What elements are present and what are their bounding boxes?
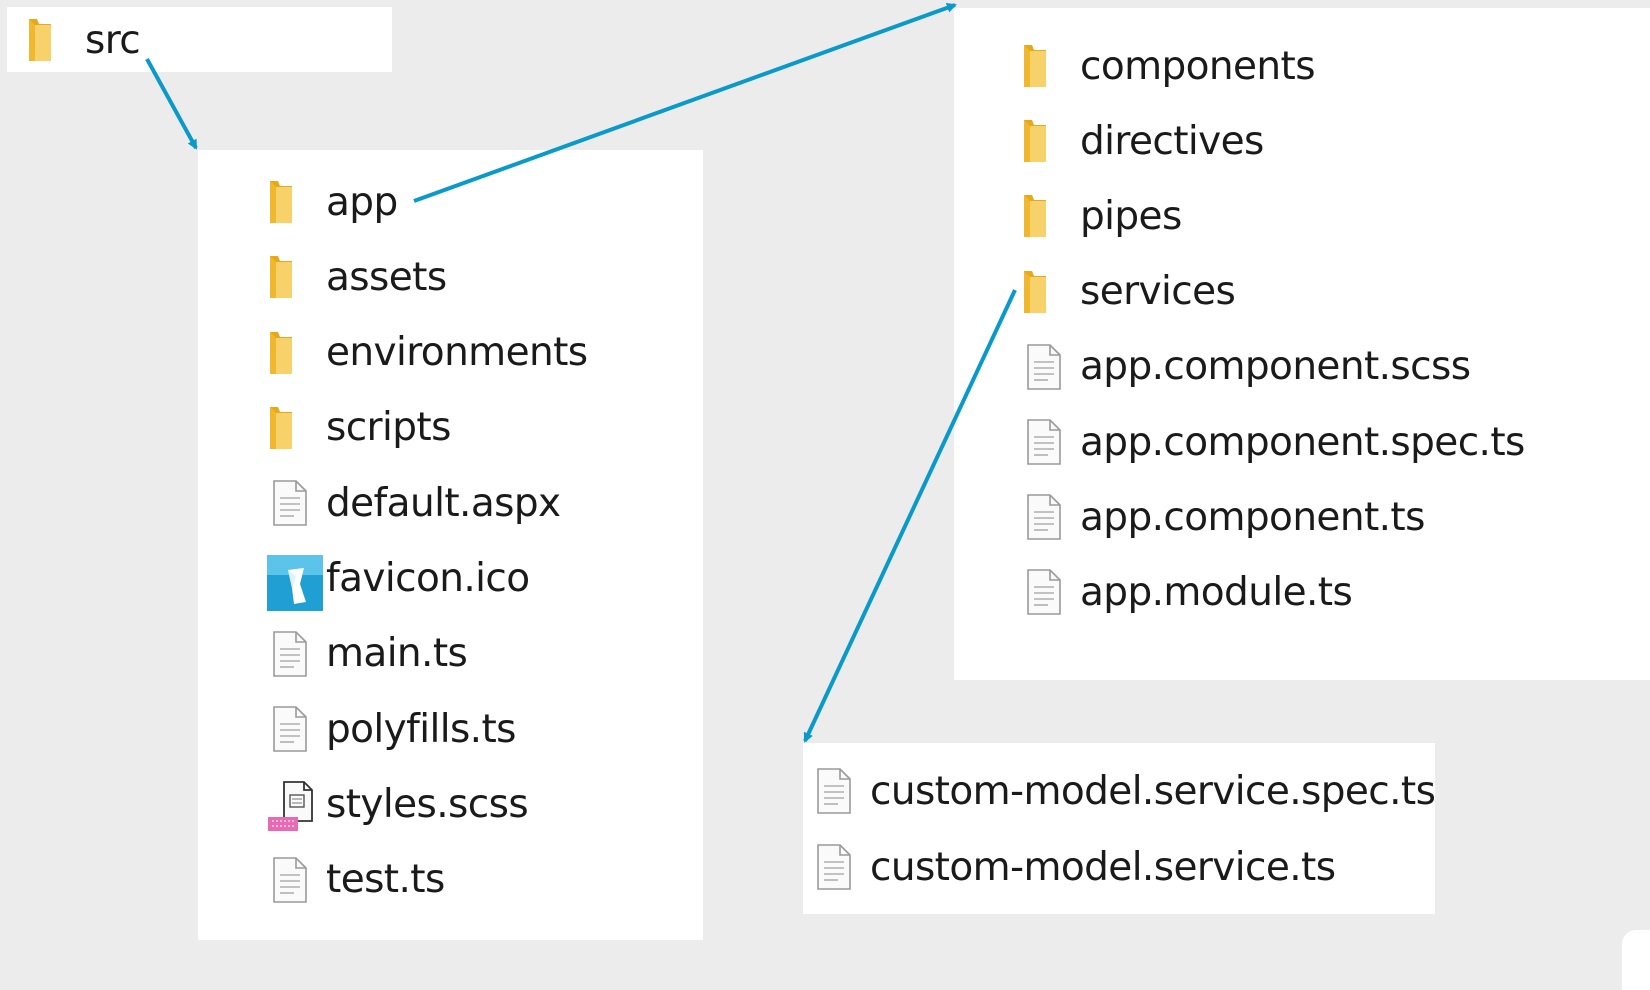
file-item-custom-model-service-spec-ts[interactable]: custom-model.service.spec.ts	[810, 761, 1436, 821]
file-icon	[266, 855, 326, 905]
folder-icon	[1020, 267, 1080, 317]
file-item-default-aspx[interactable]: default.aspx	[266, 473, 561, 533]
folder-item-app[interactable]: app	[266, 172, 398, 232]
item-label: main.ts	[326, 631, 468, 677]
item-label: pipes	[1080, 193, 1182, 239]
item-label: directives	[1080, 118, 1264, 164]
src-panel: src	[7, 7, 392, 72]
file-item-polyfills-ts[interactable]: polyfills.ts	[266, 699, 517, 759]
file-item-test-ts[interactable]: test.ts	[266, 850, 445, 910]
folder-item-environments[interactable]: environments	[266, 323, 588, 383]
file-item-app-module-ts[interactable]: app.module.ts	[1020, 562, 1353, 622]
file-icon	[1020, 342, 1080, 392]
item-label: default.aspx	[326, 480, 561, 526]
file-icon	[1020, 417, 1080, 467]
folder-icon	[1020, 116, 1080, 166]
folder-icon	[1020, 41, 1080, 91]
file-item-styles-scss[interactable]: styles.scss	[266, 774, 529, 834]
app-contents-panel: components directives pipes services app.com…	[954, 8, 1650, 680]
item-label: favicon.ico	[326, 556, 530, 601]
file-item-main-ts[interactable]: main.ts	[266, 624, 468, 684]
item-label: app.component.spec.ts	[1080, 419, 1525, 465]
folder-icon	[266, 252, 326, 302]
file-item-app-component-ts[interactable]: app.component.ts	[1020, 487, 1425, 547]
folder-item-pipes[interactable]: pipes	[1020, 186, 1182, 246]
item-label: components	[1080, 43, 1316, 89]
folder-label: src	[85, 17, 141, 63]
file-icon	[810, 766, 870, 816]
item-label: custom-model.service.ts	[870, 844, 1336, 890]
folder-item-directives[interactable]: directives	[1020, 111, 1264, 171]
file-icon	[266, 629, 326, 679]
file-item-custom-model-service-ts[interactable]: custom-model.service.ts	[810, 837, 1336, 897]
file-item-app-component-spec-ts[interactable]: app.component.spec.ts	[1020, 412, 1525, 472]
item-label: app.component.scss	[1080, 344, 1471, 390]
folder-icon	[266, 328, 326, 378]
item-label: scripts	[326, 405, 451, 451]
src-contents-panel: app assets environments scripts default.aspx…	[198, 150, 703, 940]
file-icon	[810, 842, 870, 892]
folder-icon	[25, 15, 85, 65]
file-item-app-component-scss[interactable]: app.component.scss	[1020, 337, 1471, 397]
item-label: environments	[326, 330, 588, 376]
services-contents-panel: custom-model.service.spec.ts custom-model…	[803, 743, 1436, 914]
file-icon	[266, 478, 326, 528]
folder-icon	[1020, 191, 1080, 241]
item-label: assets	[326, 254, 447, 300]
arrow-src-to-contents	[145, 58, 198, 150]
folder-item-assets[interactable]: assets	[266, 247, 447, 307]
folder-icon	[266, 177, 326, 227]
item-label: app.module.ts	[1080, 569, 1353, 615]
folder-item-src[interactable]: src	[25, 10, 141, 70]
file-icon	[1020, 492, 1080, 542]
file-icon	[1020, 567, 1080, 617]
folder-item-components[interactable]: components	[1020, 36, 1316, 96]
item-label: app	[326, 179, 398, 225]
folder-item-scripts[interactable]: scripts	[266, 398, 451, 458]
item-label: app.component.ts	[1080, 494, 1425, 540]
file-item-favicon-ico[interactable]: favicon.ico	[266, 549, 530, 611]
corner-tab	[1622, 930, 1650, 990]
item-label: polyfills.ts	[326, 706, 517, 752]
item-label: styles.scss	[326, 781, 529, 827]
stylesheet-icon	[266, 779, 326, 832]
item-label: services	[1080, 269, 1236, 315]
item-label: custom-model.service.spec.ts	[870, 768, 1436, 814]
item-label: test.ts	[326, 857, 445, 903]
favicon-icon	[266, 554, 326, 611]
folder-icon	[266, 403, 326, 453]
file-icon	[266, 704, 326, 754]
folder-item-services[interactable]: services	[1020, 262, 1236, 322]
